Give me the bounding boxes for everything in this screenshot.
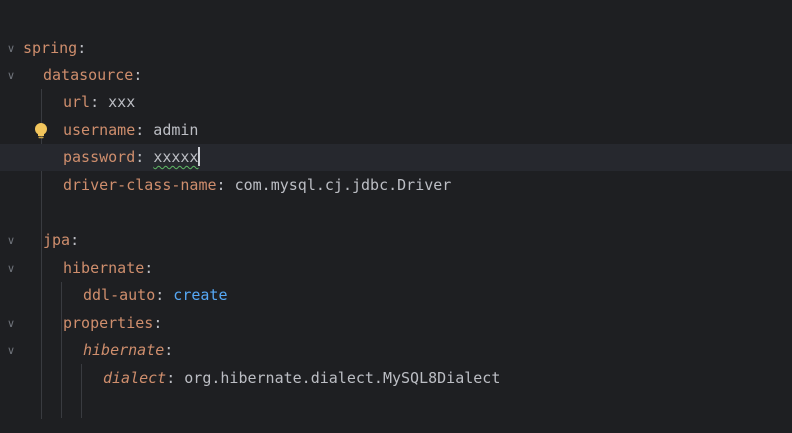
yaml-key: username bbox=[63, 121, 136, 139]
yaml-colon: : bbox=[216, 176, 226, 194]
lightbulb-icon[interactable] bbox=[33, 122, 49, 140]
yaml-colon: : bbox=[133, 66, 143, 84]
chevron-down-icon[interactable]: ∨ bbox=[4, 227, 18, 254]
yaml-value: org.hibernate.dialect.MySQL8Dialect bbox=[175, 369, 501, 387]
yaml-value: xxx bbox=[99, 93, 136, 111]
chevron-down-icon[interactable]: ∨ bbox=[4, 310, 18, 337]
text-caret bbox=[198, 146, 200, 166]
chevron-down-icon[interactable]: ∨ bbox=[4, 337, 18, 364]
yaml-value: admin bbox=[144, 121, 199, 139]
yaml-key: properties bbox=[63, 314, 154, 332]
yaml-colon: : bbox=[164, 341, 174, 359]
code-line[interactable]: ∨ jpa: bbox=[0, 227, 792, 254]
yaml-value: create bbox=[164, 286, 228, 304]
code-line[interactable]: ddl-auto: create bbox=[0, 282, 792, 309]
yaml-key: driver-class-name bbox=[63, 176, 217, 194]
yaml-key: jpa bbox=[43, 231, 71, 249]
yaml-colon: : bbox=[135, 121, 145, 139]
yaml-key: hibernate bbox=[63, 259, 145, 277]
code-line[interactable]: ∨ properties: bbox=[0, 310, 792, 337]
yaml-key: datasource bbox=[43, 66, 134, 84]
code-line[interactable]: url: xxx bbox=[0, 89, 792, 116]
chevron-down-icon[interactable]: ∨ bbox=[4, 62, 18, 89]
yaml-colon: : bbox=[153, 314, 163, 332]
yaml-colon: : bbox=[166, 369, 176, 387]
code-line[interactable]: ∨ datasource: bbox=[0, 62, 792, 89]
yaml-value: com.mysql.cj.jdbc.Driver bbox=[225, 176, 452, 194]
yaml-colon: : bbox=[144, 259, 154, 277]
code-line[interactable]: ∨ spring: bbox=[0, 35, 792, 62]
code-line[interactable]: driver-class-name: com.mysql.cj.jdbc.Dri… bbox=[0, 172, 792, 199]
yaml-value: xxxxx bbox=[153, 148, 199, 166]
code-line[interactable]: dialect: org.hibernate.dialect.MySQL8Dia… bbox=[0, 365, 792, 392]
yaml-key: url bbox=[63, 93, 91, 111]
code-line[interactable]: username: admin bbox=[0, 117, 792, 144]
code-editor[interactable]: ∨ spring: ∨ datasource: url: xxx usernam… bbox=[0, 0, 792, 433]
chevron-down-icon[interactable]: ∨ bbox=[4, 35, 18, 62]
yaml-key: ddl-auto bbox=[83, 286, 156, 304]
yaml-key: password bbox=[63, 148, 136, 166]
code-line-current[interactable]: password: xxxxx bbox=[0, 144, 792, 171]
code-line[interactable]: ∨ hibernate: bbox=[0, 337, 792, 364]
yaml-key: dialect bbox=[103, 369, 167, 387]
yaml-colon: : bbox=[155, 286, 165, 304]
code-line[interactable]: ∨ hibernate: bbox=[0, 255, 792, 282]
chevron-down-icon[interactable]: ∨ bbox=[4, 255, 18, 282]
yaml-colon: : bbox=[70, 231, 80, 249]
yaml-key: hibernate bbox=[83, 341, 165, 359]
yaml-colon: : bbox=[90, 93, 100, 111]
yaml-key: spring bbox=[23, 39, 78, 57]
yaml-colon: : bbox=[77, 39, 87, 57]
yaml-colon: : bbox=[135, 148, 145, 166]
